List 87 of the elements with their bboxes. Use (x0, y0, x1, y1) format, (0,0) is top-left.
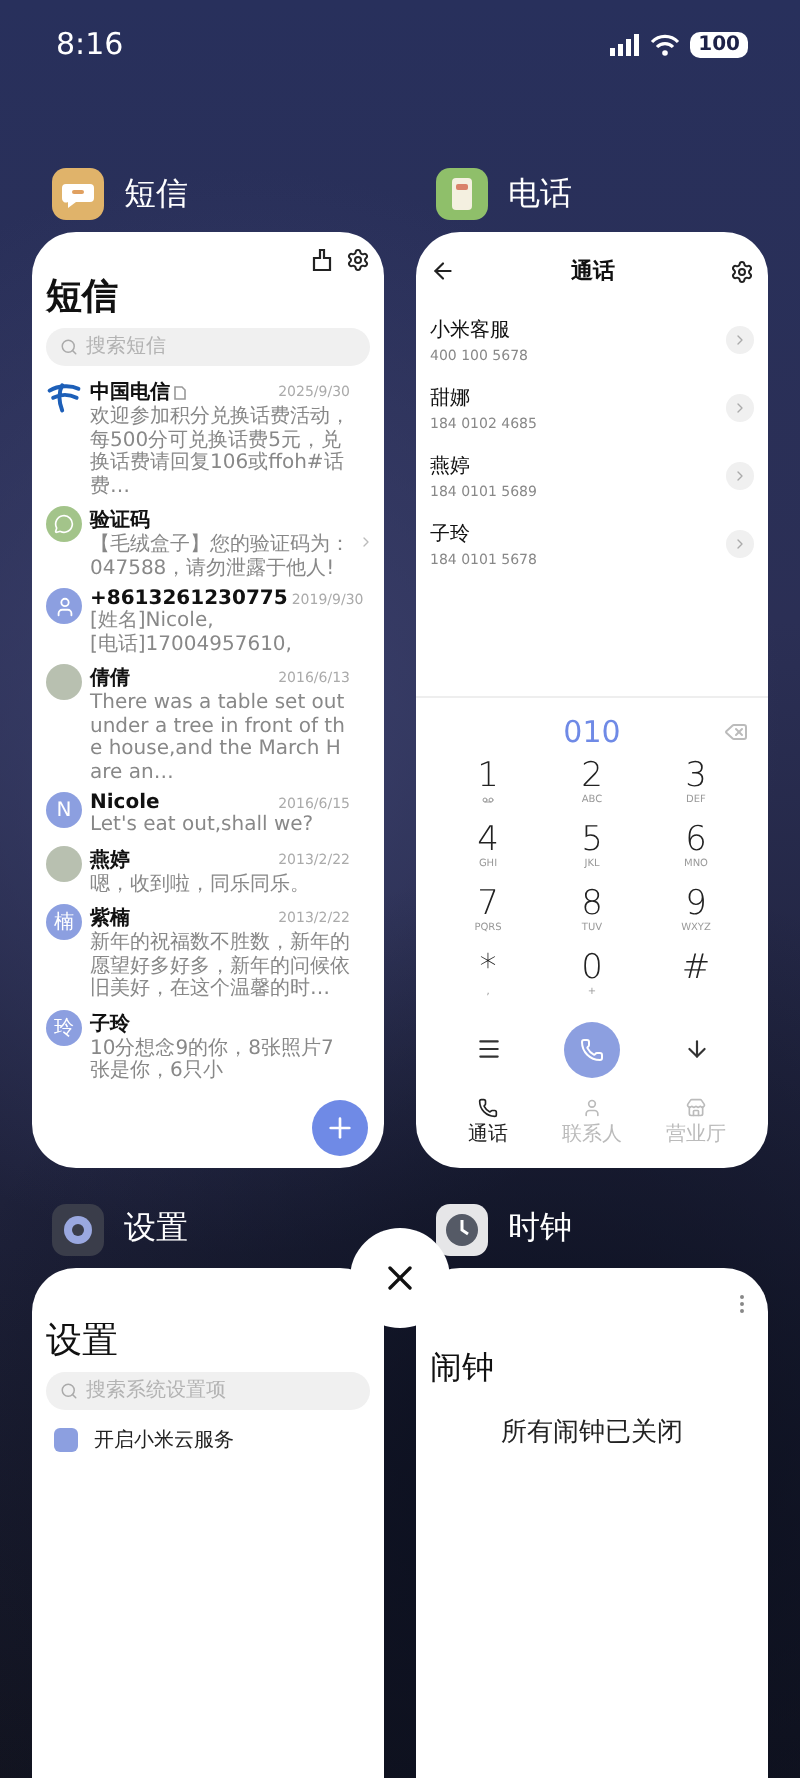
message-preview: 嗯，收到啦，同乐同乐。 (90, 873, 312, 896)
chevron-icon (732, 332, 748, 348)
arrow-down-icon (683, 1036, 709, 1062)
contact-name: 甜娜 (430, 385, 472, 412)
search-field[interactable]: 搜索短信 (46, 328, 370, 366)
message-preview: 10分想念9的你，8张照片7张是你，6只小 (90, 1037, 336, 1083)
voicemail-icon (482, 794, 494, 807)
plus-icon (324, 1111, 356, 1143)
empty-message: 所有闹钟已关闭 (501, 1415, 683, 1449)
telecom-logo-icon (46, 378, 82, 414)
key-digit: 4 (477, 821, 499, 859)
phone-icon (478, 1097, 498, 1117)
sender-name: 紫楠 (90, 905, 130, 931)
key-digit: 2 (581, 757, 603, 795)
chevron-icon (732, 400, 748, 416)
sender-name: Nicole (90, 792, 160, 814)
screen-title: 闹钟 (430, 1347, 496, 1389)
store-icon (686, 1097, 706, 1117)
sender-name: 验证码 (90, 507, 150, 533)
dialed-number: 010 (563, 713, 621, 749)
sender-name: 中国电信 (90, 379, 170, 405)
tab-label: 营业厅 (666, 1121, 726, 1147)
key-digit: 1 (477, 757, 499, 795)
backspace-icon (724, 719, 748, 743)
chat-bubble-icon (54, 514, 74, 534)
app-name: 时钟 (508, 1208, 572, 1250)
tab-label: 通话 (468, 1121, 508, 1147)
sender-name: +8613261230775 (90, 588, 288, 610)
message-preview: 【毛绒盒子】您的验证码为：047588，请勿泄露于他人! (90, 534, 350, 580)
chevron-icon (732, 536, 748, 552)
person-icon (582, 1097, 602, 1117)
sender-name: 倩倩 (90, 665, 130, 692)
key-digit: 3 (685, 757, 707, 795)
phone-icon (580, 1037, 604, 1061)
chevron-icon (732, 468, 748, 484)
back-arrow-icon (430, 258, 456, 284)
contact-name: 小米客服 (430, 317, 512, 344)
sender-name: 子玲 (90, 1011, 130, 1037)
key-digit: 5 (581, 821, 603, 859)
photo-placeholder (46, 845, 82, 881)
app-preview-card[interactable]: 闹钟 所有闹钟已关闭 (416, 1267, 768, 1778)
status-time: 8:16 (56, 26, 124, 62)
sender-name: 燕婷 (90, 847, 130, 873)
wifi-icon (650, 33, 681, 55)
app-name: 短信 (124, 173, 188, 215)
photo-placeholder (46, 664, 82, 700)
letter-avatar: 楠 (46, 904, 82, 940)
cloud-service-icon (54, 1427, 78, 1451)
key-digit: 0 (581, 949, 603, 987)
key-digit: 6 (685, 821, 707, 859)
screen-title: 设置 (46, 1317, 120, 1363)
app-preview-card[interactable]: 设置 搜索系统设置项 开启小米云服务 (32, 1267, 384, 1778)
letter-avatar: N (46, 792, 82, 828)
person-icon (53, 595, 75, 617)
settings-icon (730, 259, 754, 283)
message-preview: 欢迎参加积分兑换话费活动，每500分可兑换话费5元，兑换话费请回复106或ffoh#话费… (90, 406, 350, 498)
battery-level: 100 (690, 31, 748, 57)
message-preview: Let's eat out,shall we? (90, 814, 316, 837)
contact-name: 子玲 (430, 522, 472, 548)
settings-icon (346, 248, 370, 272)
message-preview: 新年的祝福数不胜数，新年的愿望好多好多，新年的问候依旧美好，在这个温馨的时… (90, 932, 350, 1001)
contact-name: 燕婷 (430, 453, 472, 480)
screen-title: 短信 (46, 274, 120, 320)
search-icon (60, 1381, 78, 1399)
message-preview: There was a table set out under a tree in front of the house,and the March Hare an… (90, 692, 347, 784)
key-digit: # (681, 949, 711, 987)
key-digit: * (479, 949, 497, 987)
letter-avatar: 玲 (46, 1009, 82, 1045)
messages-app-icon (52, 168, 104, 220)
settings-item: 开启小米云服务 (94, 1427, 234, 1453)
screen-title: 通话 (571, 256, 615, 286)
tab-label: 联系人 (562, 1121, 622, 1147)
key-digit: 7 (477, 885, 499, 923)
gear-app-icon (52, 1203, 104, 1255)
key-digit: 9 (685, 885, 707, 923)
message-preview: [姓名]Nicole, [电话]17004957610, (90, 610, 294, 656)
app-preview-card[interactable] (32, 232, 384, 1167)
app-name: 电话 (508, 173, 572, 215)
search-field[interactable]: 搜索系统设置项 (46, 1371, 370, 1409)
clock-app-icon (436, 1203, 488, 1255)
app-name: 设置 (124, 1208, 188, 1250)
menu-icon (475, 1036, 501, 1062)
brush-icon (310, 248, 334, 272)
signal-icon (610, 33, 641, 55)
search-icon (60, 338, 78, 356)
key-digit: 8 (581, 885, 603, 923)
phone-app-icon (436, 168, 488, 220)
